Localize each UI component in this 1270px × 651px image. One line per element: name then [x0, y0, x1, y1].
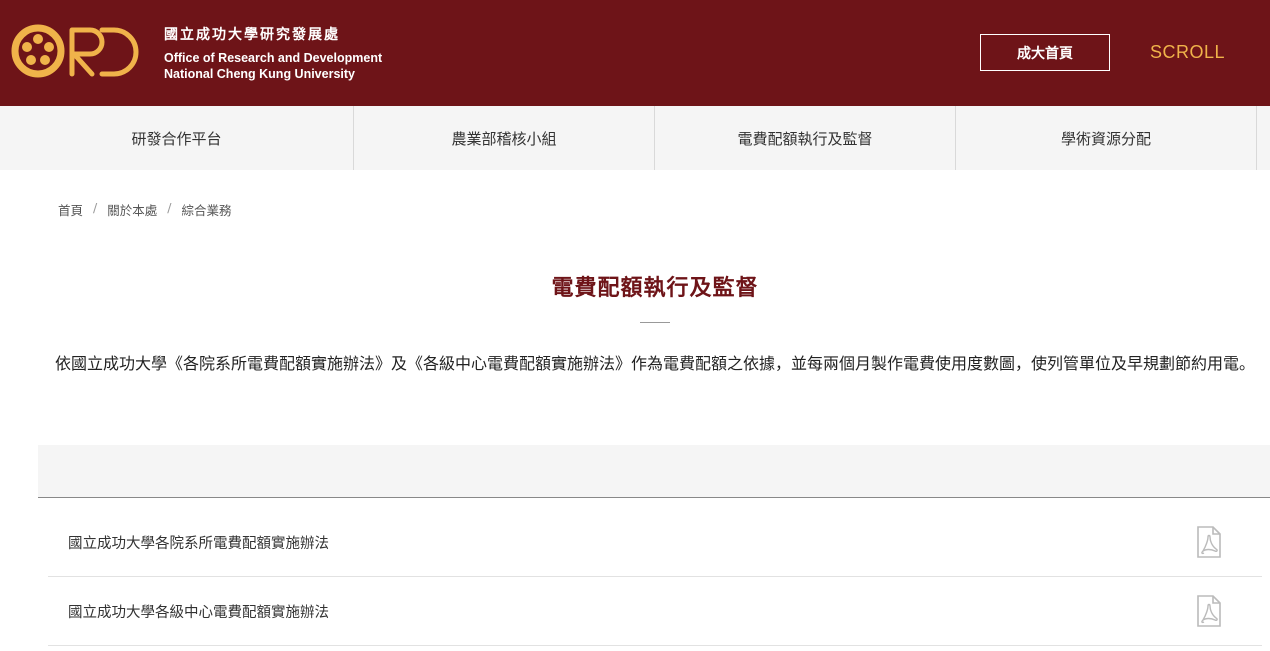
- page-title: 電費配額執行及監督: [551, 276, 759, 301]
- breadcrumb-about[interactable]: 關於本處: [107, 200, 157, 219]
- site-header: 國立成功大學研究發展處 Office of Research and Devel…: [0, 0, 1270, 106]
- document-row: 國立成功大學各級中心電費配額實施辦法: [48, 577, 1262, 646]
- page-description: 依國立成功大學《各院系所電費配額實施辦法》及《各級中心電費配額實施辦法》作為電費…: [54, 354, 1255, 373]
- nav-item-academic-resources[interactable]: 學術資源分配: [956, 106, 1257, 170]
- breadcrumb-separator: /: [167, 200, 172, 215]
- org-name: 國立成功大學研究發展處 Office of Research and Devel…: [164, 26, 382, 82]
- scroll-link[interactable]: SCROLL: [1150, 42, 1225, 63]
- org-name-zh: 國立成功大學研究發展處: [164, 27, 340, 43]
- pdf-icon[interactable]: [1196, 526, 1222, 558]
- document-list: 國立成功大學各院系所電費配額實施辦法 國立成功大學各級中心電費配額實施辦法: [48, 508, 1262, 646]
- title-divider: [640, 322, 670, 323]
- breadcrumb-home[interactable]: 首頁: [58, 200, 83, 219]
- document-table-header: [38, 445, 1270, 498]
- main-nav: 研發合作平台 農業部稽核小組 電費配額執行及監督 學術資源分配: [0, 106, 1270, 170]
- pdf-icon[interactable]: [1196, 595, 1222, 627]
- org-name-en-2: National Cheng Kung University: [164, 67, 355, 81]
- document-row: 國立成功大學各院系所電費配額實施辦法: [48, 508, 1262, 577]
- org-name-en-1: Office of Research and Development: [164, 51, 383, 65]
- document-link[interactable]: 國立成功大學各院系所電費配額實施辦法: [68, 532, 329, 553]
- breadcrumb: 首頁 / 關於本處 / 綜合業務: [58, 200, 231, 219]
- breadcrumb-general-affairs[interactable]: 綜合業務: [181, 200, 231, 219]
- ord-logo[interactable]: [10, 22, 142, 80]
- nav-item-research-platform[interactable]: 研發合作平台: [0, 106, 354, 170]
- nav-item-electricity-quota[interactable]: 電費配額執行及監督: [655, 106, 956, 170]
- nav-item-agriculture-audit[interactable]: 農業部稽核小組: [354, 106, 655, 170]
- breadcrumb-separator: /: [93, 200, 98, 215]
- ncku-home-button[interactable]: 成大首頁: [980, 34, 1110, 71]
- document-link[interactable]: 國立成功大學各級中心電費配額實施辦法: [68, 601, 329, 622]
